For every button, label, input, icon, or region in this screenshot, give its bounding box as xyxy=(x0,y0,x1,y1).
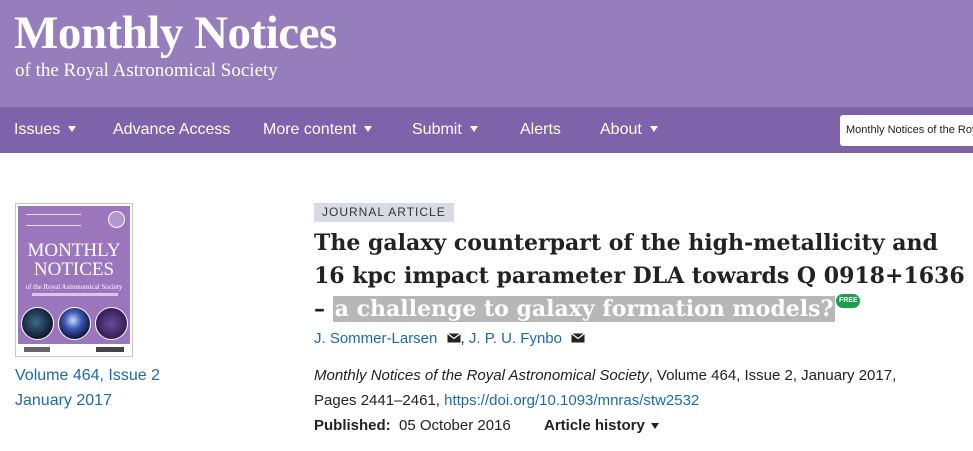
author-list: J. Sommer-Larsen , J. P. U. Fynbo xyxy=(314,330,586,347)
article-title-line3: – a challenge to galaxy formation models… xyxy=(314,294,861,323)
masthead: Monthly Notices of the Royal Astronomica… xyxy=(0,0,973,107)
author-link[interactable]: J. Sommer-Larsen xyxy=(314,330,437,347)
nav-advance-access[interactable]: Advance Access xyxy=(113,107,230,153)
nav-submit[interactable]: Submit xyxy=(412,107,478,153)
published-date: 05 October 2016 xyxy=(399,417,511,434)
article-title-line1: The galaxy counterpart of the high-metal… xyxy=(314,230,938,256)
caret-down-icon xyxy=(469,125,478,132)
author-link[interactable]: J. P. U. Fynbo xyxy=(469,330,562,347)
nav-more-content[interactable]: More content xyxy=(263,107,373,153)
article-title-highlight: a challenge to galaxy formation models? xyxy=(332,296,836,322)
main-nav: Issues Advance Access More content Submi… xyxy=(0,107,973,153)
envelope-icon[interactable] xyxy=(571,333,586,343)
nav-submit-label: Submit xyxy=(412,121,462,138)
published-label: Published: xyxy=(314,417,391,434)
free-access-badge: FREE xyxy=(836,294,861,308)
article-history-label: Article history xyxy=(544,417,645,434)
nav-about-label: About xyxy=(600,121,642,138)
caret-down-icon xyxy=(650,423,659,430)
article-type-badge: JOURNAL ARTICLE xyxy=(314,203,454,222)
cover-title-line1: MONTHLY xyxy=(27,240,121,261)
doi-link[interactable]: https://doi.org/10.1093/mnras/stw2532 xyxy=(444,392,699,409)
caret-down-icon xyxy=(649,125,658,132)
nav-more-content-label: More content xyxy=(263,121,357,138)
article-title-dash: – xyxy=(314,296,333,322)
nav-alerts-label: Alerts xyxy=(520,121,561,138)
nav-issues[interactable]: Issues xyxy=(14,107,77,153)
issue-date-link[interactable]: January 2017 xyxy=(15,392,112,410)
journal-subtitle[interactable]: of the Royal Astronomical Society xyxy=(15,60,278,82)
citation-volume: , Volume 464, Issue 2, January 2017, xyxy=(648,367,897,384)
nav-issues-label: Issues xyxy=(14,121,61,138)
journal-title[interactable]: Monthly Notices xyxy=(14,6,337,60)
issue-cover-image[interactable]: MONTHLY NOTICES of the Royal Astronomica… xyxy=(15,203,133,357)
cover-seal-icon xyxy=(108,211,125,228)
caret-down-icon xyxy=(68,125,77,132)
cover-strip xyxy=(32,293,118,296)
cover-footer-logo-right xyxy=(96,347,124,352)
cover-background: MONTHLY NOTICES of the Royal Astronomica… xyxy=(18,206,130,344)
cover-title-line2: NOTICES xyxy=(33,259,115,280)
article-title-line2: 16 kpc impact parameter DLA towards Q 09… xyxy=(314,263,965,289)
cover-footer-logo-left xyxy=(24,347,50,352)
cover-circle-image xyxy=(95,307,128,340)
cover-circle-image xyxy=(58,307,91,340)
envelope-icon[interactable] xyxy=(446,333,461,343)
caret-down-icon xyxy=(364,125,373,132)
citation-pages: Pages 2441–2461, xyxy=(314,392,445,409)
author-separator: , xyxy=(460,330,465,347)
article-history-toggle[interactable]: Article history xyxy=(544,417,659,434)
nav-about[interactable]: About xyxy=(600,107,658,153)
cover-subtitle: of the Royal Astronomical Society xyxy=(25,283,123,291)
cover-footer xyxy=(24,347,124,353)
citation-journal: Monthly Notices of the Royal Astronomica… xyxy=(314,367,649,384)
published-info: Published: 05 October 2016 xyxy=(314,417,511,434)
citation-line2: Pages 2441–2461, https://doi.org/10.1093… xyxy=(314,392,699,409)
cover-header-lines xyxy=(26,214,81,226)
cover-circle-image xyxy=(21,307,54,340)
issue-volume-link[interactable]: Volume 464, Issue 2 xyxy=(15,367,160,385)
nav-alerts[interactable]: Alerts xyxy=(520,107,561,153)
nav-advance-access-label: Advance Access xyxy=(113,121,231,138)
citation-line1: Monthly Notices of the Royal Astronomica… xyxy=(314,367,896,384)
journal-search-select[interactable]: Monthly Notices of the Royal Astronomica… xyxy=(840,115,973,146)
